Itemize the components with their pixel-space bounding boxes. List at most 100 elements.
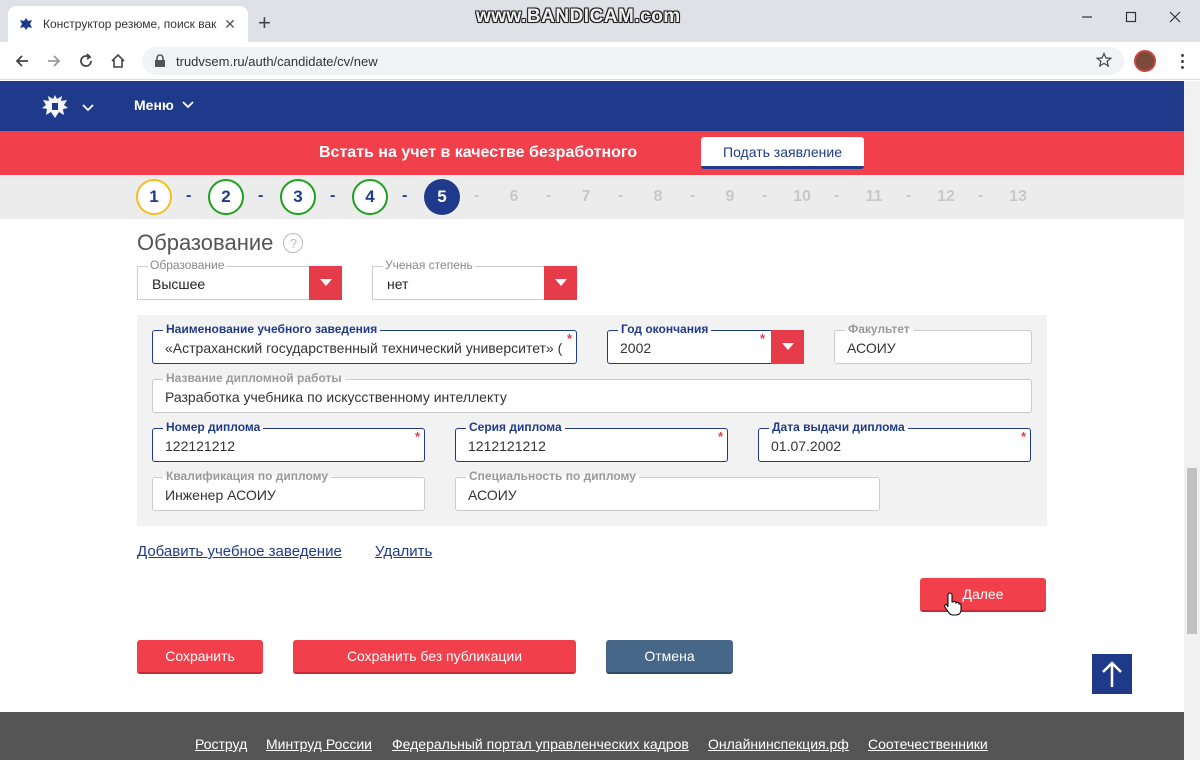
save-without-publish-button[interactable]: Сохранить без публикации	[293, 640, 576, 674]
qualification-value: Инженер АСОИУ	[165, 487, 276, 503]
institution-card: Наименование учебного заведения «Астраха…	[137, 315, 1047, 526]
step-13: 13	[1009, 188, 1027, 205]
page-scrollbar[interactable]	[1184, 81, 1200, 760]
step-7: 7	[581, 188, 591, 205]
step-separator: -	[834, 187, 840, 204]
step-separator: -	[690, 187, 696, 204]
required-mark: *	[414, 429, 420, 444]
home-icon[interactable]	[108, 51, 128, 71]
step-11: 11	[865, 188, 883, 205]
thesis-title-field[interactable]: Название дипломной работы Разработка уче…	[152, 371, 1032, 413]
academic-degree-value: нет	[387, 276, 409, 292]
step-separator: -	[402, 187, 408, 204]
footer-link[interactable]: Онлайнинспекция.рф	[708, 736, 849, 752]
minimize-icon[interactable]	[1076, 6, 1098, 28]
main-menu-button[interactable]: Меню	[134, 97, 194, 113]
thesis-title-label: Название дипломной работы	[163, 371, 345, 385]
step-separator: -	[186, 187, 192, 204]
recorder-watermark: www.BANDICAM.com	[476, 6, 681, 27]
footer-link[interactable]: Федеральный портал управленческих кадров	[392, 736, 689, 752]
delete-institution-link[interactable]: Удалить	[375, 543, 432, 560]
step-4[interactable]: 4	[352, 179, 388, 215]
cancel-button[interactable]: Отмена	[606, 640, 733, 674]
step-9: 9	[725, 188, 735, 205]
diploma-number-value: 122121212	[165, 438, 236, 454]
arrow-up-icon[interactable]	[1092, 654, 1132, 694]
step-separator: -	[330, 187, 336, 204]
specialty-value: АСОИУ	[468, 487, 517, 503]
diploma-series-field[interactable]: Серия диплома 1212121212 *	[455, 420, 728, 462]
specialty-field[interactable]: Специальность по диплому АСОИУ	[455, 469, 880, 511]
dropdown-arrow-icon[interactable]	[544, 266, 577, 300]
step-separator: -	[618, 187, 624, 204]
tab-close-icon[interactable]: ✕	[222, 16, 238, 33]
reload-icon[interactable]	[76, 51, 96, 71]
help-icon[interactable]: ?	[283, 233, 304, 253]
graduation-year-select[interactable]: Год окончания 2002 *	[607, 322, 804, 364]
footer-link[interactable]: Минтруд России	[266, 736, 372, 752]
chevron-down-icon	[182, 101, 194, 109]
required-mark: *	[1020, 429, 1026, 444]
close-window-icon[interactable]	[1164, 6, 1186, 28]
tab-title: Конструктор резюме, поиск вак	[43, 17, 217, 31]
bookmark-star-icon[interactable]	[1096, 52, 1112, 68]
menu-label: Меню	[134, 97, 174, 113]
qualification-label: Квалификация по диплому	[163, 469, 332, 483]
back-arrow-icon[interactable]	[12, 51, 32, 71]
academic-degree-label: Ученая степень	[383, 258, 475, 272]
section-title: Образование ?	[137, 230, 304, 256]
footer-link[interactable]: Соотечественники	[868, 736, 988, 752]
step-3[interactable]: 3	[280, 179, 316, 215]
diploma-date-value: 01.07.2002	[771, 438, 842, 454]
qualification-field[interactable]: Квалификация по диплому Инженер АСОИУ	[152, 469, 425, 511]
dropdown-arrow-icon[interactable]	[771, 330, 804, 364]
diploma-date-label: Дата выдачи диплома	[769, 420, 908, 434]
browser-tab[interactable]: Конструктор резюме, поиск вак ✕	[8, 6, 248, 42]
step-10: 10	[793, 188, 811, 205]
step-separator: -	[978, 187, 984, 204]
address-bar[interactable]: trudvsem.ru/auth/candidate/cv/new	[142, 47, 1124, 75]
coat-of-arms-icon[interactable]	[40, 91, 70, 121]
maximize-icon[interactable]	[1120, 6, 1142, 28]
profile-avatar[interactable]	[1134, 50, 1156, 72]
faculty-field[interactable]: Факультет АСОИУ	[834, 322, 1032, 364]
step-separator: -	[906, 187, 912, 204]
education-level-value: Высшее	[152, 276, 206, 292]
step-8: 8	[653, 188, 663, 205]
new-tab-button[interactable]: +	[258, 12, 271, 34]
required-mark: *	[566, 331, 572, 346]
scrollbar-thumb[interactable]	[1187, 468, 1197, 634]
step-separator: -	[258, 187, 264, 204]
section-title-text: Образование	[137, 230, 274, 255]
forward-arrow-icon[interactable]	[44, 51, 64, 71]
institution-name-field[interactable]: Наименование учебного заведения «Астраха…	[152, 322, 577, 364]
browser-toolbar: trudvsem.ru/auth/candidate/cv/new	[0, 42, 1200, 80]
next-button[interactable]: Далее	[920, 578, 1046, 612]
steps-progress: 1-2-3-4-5-6-7-8-9-10-11-12-13	[0, 175, 1184, 219]
step-1[interactable]: 1	[136, 179, 172, 215]
required-mark: *	[759, 331, 765, 346]
thesis-title-value: Разработка учебника по искусственному ин…	[165, 389, 507, 405]
step-separator: -	[474, 187, 480, 204]
add-institution-link[interactable]: Добавить учебное заведение	[137, 543, 342, 560]
browser-menu-icon[interactable]	[1172, 51, 1192, 71]
specialty-label: Специальность по диплому	[466, 469, 639, 483]
diploma-number-field[interactable]: Номер диплома 122121212 *	[152, 420, 425, 462]
dropdown-arrow-icon[interactable]	[309, 266, 342, 300]
faculty-label: Факультет	[845, 322, 913, 336]
diploma-series-value: 1212121212	[468, 438, 546, 454]
diploma-date-field[interactable]: Дата выдачи диплома 01.07.2002 *	[758, 420, 1031, 462]
submit-application-button[interactable]: Подать заявление	[701, 137, 864, 169]
banner-text: Встать на учет в качестве безработного	[319, 144, 638, 161]
chevron-down-icon[interactable]	[82, 99, 94, 117]
step-separator: -	[762, 187, 768, 204]
footer-link[interactable]: Роструд	[195, 736, 247, 752]
url-text: trudvsem.ru/auth/candidate/cv/new	[176, 53, 378, 69]
save-button[interactable]: Сохранить	[137, 640, 263, 674]
step-5[interactable]: 5	[424, 179, 460, 215]
graduation-year-label: Год окончания	[618, 322, 712, 336]
step-2[interactable]: 2	[208, 179, 244, 215]
browser-tab-strip: Конструктор резюме, поиск вак ✕ + www.BA…	[0, 0, 1200, 42]
lock-icon	[154, 54, 166, 68]
institution-name-value: «Астраханский государственный технически…	[165, 340, 562, 356]
